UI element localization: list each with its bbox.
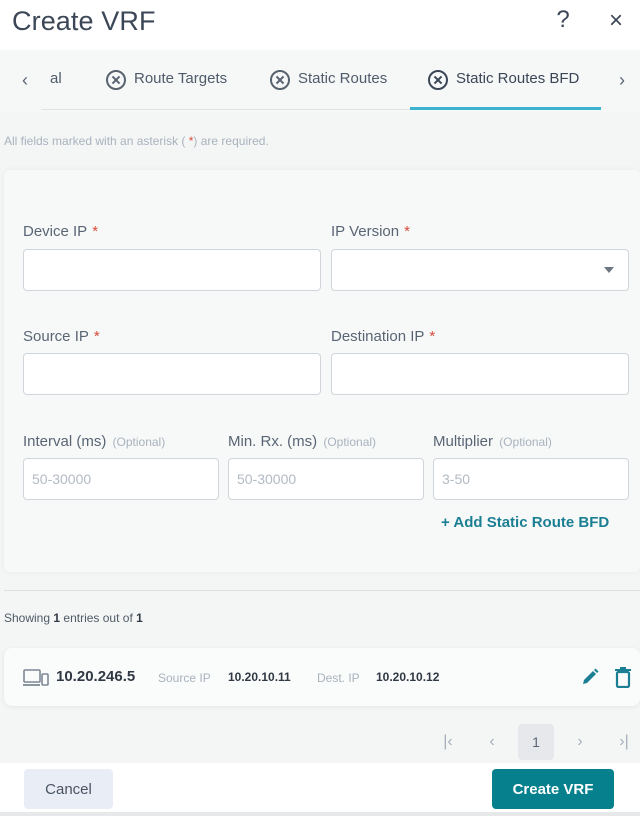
route-target-icon	[106, 70, 126, 90]
label-text: Device IP	[23, 223, 88, 240]
total-count: 1	[136, 611, 143, 625]
create-vrf-button[interactable]: Create VRF	[492, 769, 614, 809]
source-ip-label: Source IP	[158, 671, 211, 685]
required-star: *	[93, 328, 100, 345]
source-ip-label: Source IP *	[23, 328, 100, 345]
ip-version-select[interactable]	[331, 249, 629, 291]
prev-page-button[interactable]: ‹	[474, 724, 510, 760]
label-text: Source IP	[23, 328, 89, 345]
cancel-button[interactable]: Cancel	[24, 769, 113, 809]
required-fields-note: All fields marked with an asterisk ( *) …	[4, 134, 269, 148]
tab-general[interactable]: al	[50, 70, 62, 106]
min-rx-label: Min. Rx. (ms) (Optional)	[228, 433, 376, 450]
required-star: *	[429, 328, 436, 345]
label-text: IP Version	[331, 223, 400, 240]
active-tab-indicator	[410, 107, 601, 110]
tab-label: Static Routes BFD	[456, 70, 580, 87]
tab-label: Static Routes	[298, 70, 388, 87]
optional-hint: (Optional)	[323, 435, 377, 449]
min-rx-input[interactable]	[228, 458, 424, 500]
next-page-button[interactable]: ›	[562, 724, 598, 760]
first-page-button[interactable]: |‹	[430, 724, 466, 760]
dialog-footer: Cancel Create VRF	[0, 763, 640, 816]
device-icon	[23, 669, 49, 686]
interval-label: Interval (ms) (Optional)	[23, 433, 165, 450]
summary-text: entries out of	[60, 611, 137, 625]
dest-ip-value: 10.20.10.12	[376, 670, 440, 684]
label-text: Interval (ms)	[23, 433, 107, 450]
summary-text: Showing	[4, 611, 54, 625]
interval-input[interactable]	[23, 458, 219, 500]
tab-label: al	[50, 70, 62, 87]
help-icon[interactable]: ?	[553, 6, 573, 36]
tab-bar: ‹ al Route Targets Static Routes Static …	[0, 50, 640, 112]
add-static-route-bfd-link[interactable]: + Add Static Route BFD	[441, 514, 609, 531]
required-star: *	[92, 223, 99, 240]
tab-scroll-right-icon[interactable]: ›	[619, 70, 625, 91]
tab-static-routes[interactable]: Static Routes	[270, 70, 387, 106]
multiplier-input[interactable]	[433, 458, 629, 500]
route-target-icon	[428, 70, 448, 90]
page-1-button[interactable]: 1	[518, 724, 554, 760]
entries-summary: Showing 1 entries out of 1	[4, 611, 143, 625]
dialog-header: Create VRF ? ×	[0, 0, 640, 50]
ip-version-label: IP Version *	[331, 223, 410, 240]
last-page-button[interactable]: ›|	[606, 724, 640, 760]
device-ip-value: 10.20.246.5	[56, 668, 136, 685]
label-text: Min. Rx. (ms)	[228, 433, 318, 450]
delete-icon[interactable]	[614, 666, 632, 688]
dropdown-caret-icon	[604, 267, 614, 273]
source-ip-value: 10.20.10.11	[228, 670, 291, 684]
optional-hint: (Optional)	[499, 435, 552, 449]
multiplier-label: Multiplier (Optional)	[433, 433, 552, 450]
note-text: ) are required.	[193, 134, 269, 148]
footer-shadow	[0, 812, 640, 816]
tab-label: Route Targets	[134, 70, 228, 87]
close-icon[interactable]: ×	[604, 7, 628, 37]
section-divider	[4, 590, 640, 591]
destination-ip-input[interactable]	[331, 353, 629, 395]
label-text: Destination IP	[331, 328, 425, 345]
tab-scroll-left-icon[interactable]: ‹	[22, 70, 28, 91]
dest-ip-label: Dest. IP	[317, 671, 360, 685]
source-ip-input[interactable]	[23, 353, 321, 395]
tab-route-targets[interactable]: Route Targets	[106, 70, 227, 106]
edit-icon[interactable]	[580, 667, 600, 687]
required-star: *	[404, 223, 410, 240]
device-ip-input[interactable]	[23, 249, 321, 291]
list-item: 10.20.246.5 Source IP 10.20.10.11 Dest. …	[4, 648, 640, 706]
label-text: Multiplier	[433, 433, 494, 450]
destination-ip-label: Destination IP *	[331, 328, 435, 345]
note-text: All fields marked with an asterisk (	[4, 134, 186, 148]
device-ip-label: Device IP *	[23, 223, 98, 240]
route-target-icon	[270, 70, 290, 90]
dialog-title: Create VRF	[12, 6, 156, 36]
tab-static-routes-bfd[interactable]: Static Routes BFD	[428, 70, 579, 106]
optional-hint: (Optional)	[112, 435, 166, 449]
